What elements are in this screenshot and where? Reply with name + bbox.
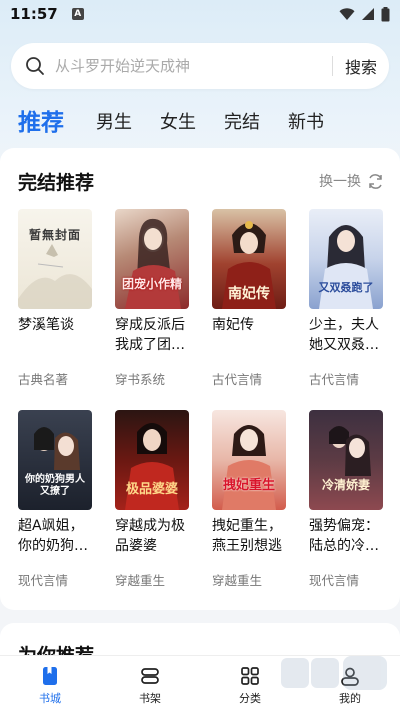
character-illustration xyxy=(222,425,276,510)
book-cover: 团宠小作精 xyxy=(115,209,189,309)
refresh-label: 换一换 xyxy=(319,174,361,190)
book-item[interactable]: 你的奶狗男人又撩了 超A飒姐，你的奶狗… 现代言情 xyxy=(18,410,94,589)
book-tag: 穿越重生 xyxy=(212,573,263,588)
book-title: 穿成反派后我成了团… xyxy=(115,317,185,353)
nav-category[interactable]: 分类 xyxy=(200,656,300,711)
nav-bookshelf[interactable]: 书架 xyxy=(100,656,200,711)
book-tag: 古典名著 xyxy=(18,372,69,387)
character-illustration xyxy=(329,426,371,476)
notification-icon: A xyxy=(71,8,84,20)
tab-female[interactable]: 女生 xyxy=(160,108,196,138)
refresh-button[interactable]: 换一换 xyxy=(319,171,384,191)
book-tag: 古代言情 xyxy=(309,372,360,387)
book-item[interactable]: 冷清娇妻 强势偏宠：陆总的冷… 现代言情 xyxy=(309,410,385,589)
tab-recommend[interactable]: 推荐 xyxy=(18,108,64,138)
completed-recommend-section: 完结推荐 换一换 暂無封面 梦溪笔谈 古典名著 团宠小作精 穿成反派后我成了团…… xyxy=(0,148,400,610)
book-cover: 南妃传 xyxy=(212,209,286,309)
book-title: 强势偏宠：陆总的冷… xyxy=(309,518,379,554)
nav-label: 书架 xyxy=(139,692,161,705)
book-tag: 穿越重生 xyxy=(115,573,166,588)
book-item[interactable]: 团宠小作精 穿成反派后我成了团… 穿书系统 xyxy=(115,209,191,388)
nav-label: 分类 xyxy=(239,692,261,705)
status-time: 11:57 xyxy=(10,5,58,23)
book-cover: 拽妃重生 xyxy=(212,410,286,510)
book-item[interactable]: 拽妃重生 拽妃重生，燕王别想逃 穿越重生 xyxy=(212,410,288,589)
character-illustration xyxy=(125,218,181,309)
cover-title: 冷清娇妻 xyxy=(321,478,370,492)
tab-completed[interactable]: 完结 xyxy=(224,108,260,138)
tab-male[interactable]: 男生 xyxy=(96,108,132,138)
nav-book-city[interactable]: 书城 xyxy=(0,656,100,711)
nav-label: 我的 xyxy=(339,692,361,705)
book-tag: 古代言情 xyxy=(212,372,263,387)
category-tabs: 推荐 男生 女生 完结 新书 xyxy=(18,104,352,138)
book-cover: 极品婆婆 xyxy=(115,410,189,510)
book-item[interactable]: 南妃传 南妃传 古代言情 xyxy=(212,209,288,388)
bookshelf-icon xyxy=(141,668,159,684)
book-city-icon xyxy=(43,667,57,685)
book-title: 梦溪笔谈 xyxy=(18,317,74,333)
tab-new[interactable]: 新书 xyxy=(288,108,324,138)
book-cover: 又双叒跑了 xyxy=(309,209,383,309)
cover-title: 拽妃重生 xyxy=(222,478,275,493)
cover-title: 你的奶狗男人又撩了 xyxy=(25,474,85,497)
cover-title: 又双叒跑了 xyxy=(318,281,374,294)
wifi-icon xyxy=(339,7,355,20)
book-item[interactable]: 极品婆婆 穿越成为极品婆婆 穿越重生 xyxy=(115,410,191,589)
book-item[interactable]: 又双叒跑了 少主，夫人她又双叒… 古代言情 xyxy=(309,209,385,388)
search-icon xyxy=(26,57,44,75)
book-cover: 暂無封面 xyxy=(18,209,92,309)
book-title: 穿越成为极品婆婆 xyxy=(115,518,185,554)
profile-icon xyxy=(341,667,359,686)
section-title: 完结推荐 xyxy=(18,172,95,194)
battery-icon xyxy=(381,6,390,21)
category-icon xyxy=(241,667,259,685)
book-title: 拽妃重生，燕王别想逃 xyxy=(212,518,282,554)
cover-title: 南妃传 xyxy=(228,286,270,302)
search-input[interactable] xyxy=(55,57,305,75)
status-icons xyxy=(339,6,390,22)
book-tag: 现代言情 xyxy=(18,573,69,588)
nav-label: 书城 xyxy=(39,692,61,705)
cover-title: 团宠小作精 xyxy=(121,277,182,291)
book-cover: 冷清娇妻 xyxy=(309,410,383,510)
book-tag: 穿书系统 xyxy=(115,372,166,387)
search-button[interactable]: 搜索 xyxy=(333,54,389,78)
book-title: 少主，夫人她又双叒… xyxy=(309,317,379,353)
search-bar[interactable]: 搜索 xyxy=(11,43,389,89)
book-title: 南妃传 xyxy=(212,317,254,333)
book-tag: 现代言情 xyxy=(309,573,360,588)
book-title: 超A飒姐，你的奶狗… xyxy=(18,518,88,554)
status-bar: 11:57 A xyxy=(0,0,400,28)
book-cover: 你的奶狗男人又撩了 xyxy=(18,410,92,510)
landscape-illustration xyxy=(18,244,92,309)
bottom-nav: 书城 书架 分类 我的 xyxy=(0,655,400,711)
nav-profile[interactable]: 我的 xyxy=(300,656,400,711)
signal-icon xyxy=(362,8,374,20)
cover-title: 极品婆婆 xyxy=(125,482,178,497)
book-item[interactable]: 暂無封面 梦溪笔谈 古典名著 xyxy=(18,209,94,388)
refresh-icon xyxy=(369,173,382,189)
